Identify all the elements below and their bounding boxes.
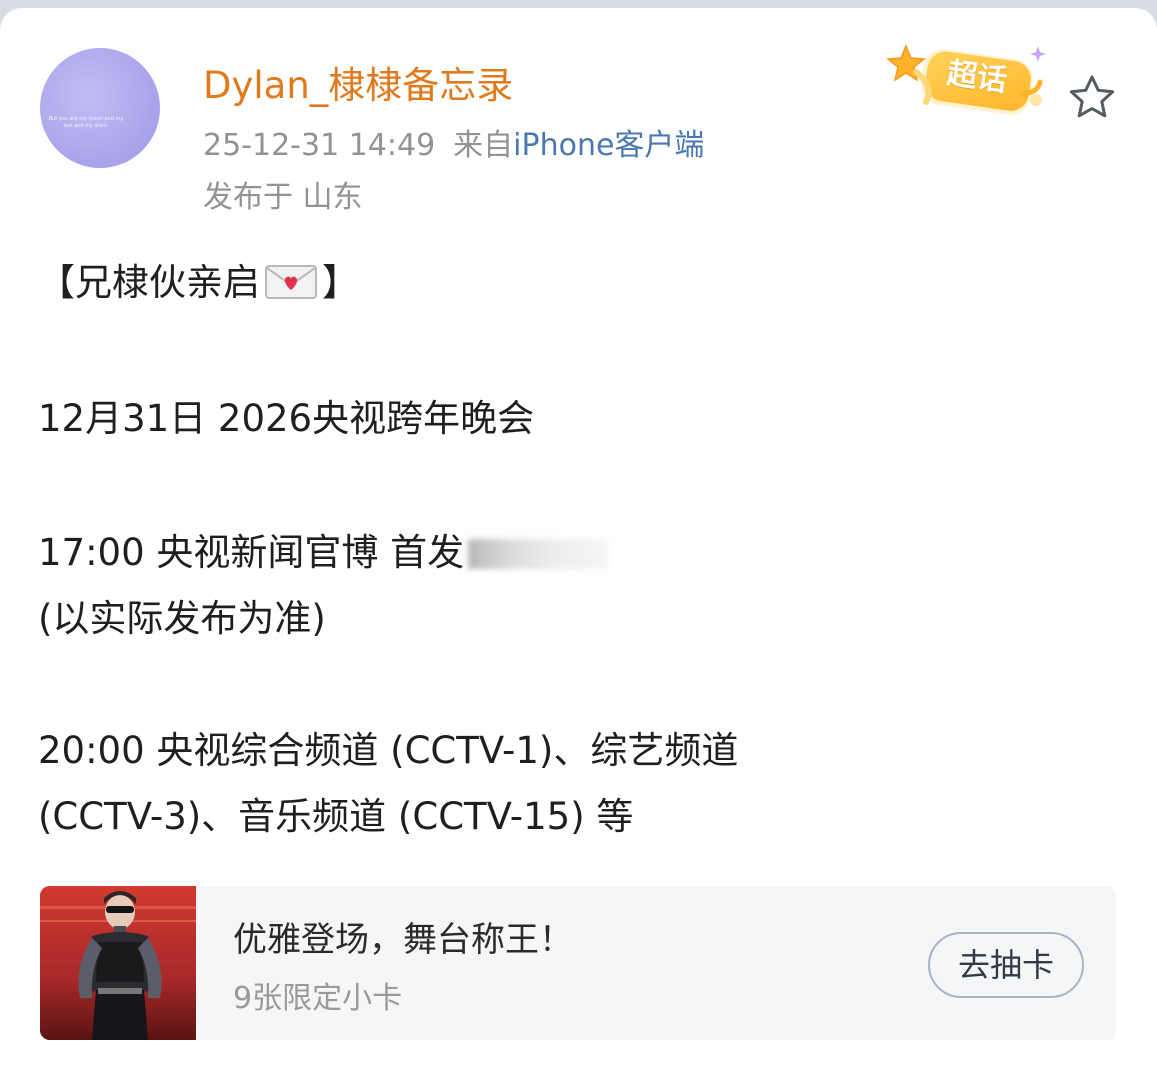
blurred-text bbox=[468, 539, 609, 569]
post-line-release-time: 17:00 央视新闻官博 首发 bbox=[38, 530, 609, 576]
post-location: 发布于 山东 bbox=[203, 180, 363, 215]
source-prefix: 来自 bbox=[453, 128, 514, 163]
performer-photo bbox=[40, 886, 196, 1040]
post-timestamp: 25-12-31 14:49 bbox=[203, 128, 436, 163]
love-letter-icon bbox=[265, 265, 317, 299]
promo-subtitle: 9张限定小卡 bbox=[233, 981, 403, 1016]
title-open-text: 【兄棣伙亲启 bbox=[38, 261, 260, 304]
post-line-title: 【兄棣伙亲启 】 bbox=[38, 260, 359, 306]
favorite-button[interactable] bbox=[1066, 72, 1118, 124]
weibo-post-card: But you are my moon and my sun and my st… bbox=[0, 8, 1157, 1080]
post-line-note: (以实际发布为准) bbox=[38, 597, 326, 640]
username[interactable]: Dylan_棣棣备忘录 bbox=[203, 64, 513, 108]
promo-card[interactable]: 优雅登场，舞台称王！ 9张限定小卡 去抽卡 bbox=[40, 886, 1116, 1040]
draw-card-button[interactable]: 去抽卡 bbox=[928, 932, 1084, 998]
post-line-channels-cont: (CCTV-3)、音乐频道 (CCTV-15) 等 bbox=[38, 795, 634, 838]
post-meta: 25-12-31 14:49 来自iPhone客户端 bbox=[203, 126, 704, 166]
device-link[interactable]: iPhone客户端 bbox=[513, 128, 704, 163]
post-line-channels: 20:00 央视综合频道 (CCTV-1)、综艺频道 bbox=[38, 729, 739, 772]
avatar-caption: But you are my moon and my sun and my st… bbox=[48, 116, 124, 129]
promo-thumbnail bbox=[40, 886, 196, 1040]
post-line-event: 12月31日 2026央视跨年晚会 bbox=[38, 397, 535, 440]
chaohua-badge[interactable]: 超话 bbox=[886, 40, 1056, 126]
promo-title: 优雅登场，舞台称王！ bbox=[233, 920, 573, 960]
release-time-text: 17:00 央视新闻官博 首发 bbox=[38, 531, 465, 574]
title-close-text: 】 bbox=[322, 261, 359, 304]
avatar[interactable]: But you are my moon and my sun and my st… bbox=[40, 48, 160, 168]
star-outline-icon bbox=[1069, 75, 1115, 118]
